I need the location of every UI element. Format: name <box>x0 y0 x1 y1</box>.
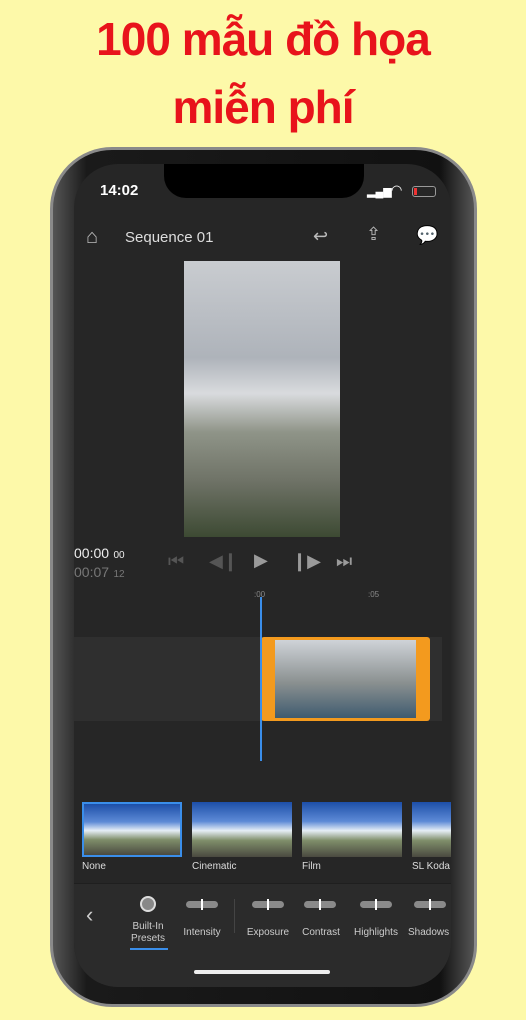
preset-label: Film <box>302 861 321 872</box>
step-back-icon[interactable]: ◀❙ <box>209 551 238 572</box>
preset-sl-kodak[interactable] <box>412 802 451 857</box>
intensity-slider-icon <box>186 899 218 910</box>
preset-cinematic[interactable] <box>192 802 292 857</box>
home-indicator[interactable] <box>194 970 330 974</box>
step-forward-icon[interactable]: ❙▶ <box>292 551 321 572</box>
skip-start-icon[interactable]: ⏮ <box>168 551 184 572</box>
divider <box>234 899 235 933</box>
presets-icon <box>140 896 156 912</box>
home-icon[interactable]: ⌂ <box>86 226 98 249</box>
video-preview[interactable] <box>184 261 340 537</box>
app-screen: 14:02 ▂▄▆ ◠ ⌂ Sequence 01 ↩ ⇪ 💬 00:00 00… <box>74 164 451 987</box>
adjust-toolbar: ‹ Built-In Presets Intensity Exposure Co… <box>74 883 451 987</box>
undo-icon[interactable]: ↩ <box>313 226 328 247</box>
preset-label: None <box>82 861 106 872</box>
preset-film[interactable] <box>302 802 402 857</box>
sequence-title: Sequence 01 <box>125 229 214 246</box>
contrast-slider-icon <box>304 899 336 910</box>
playhead[interactable] <box>260 597 262 761</box>
banner-line-2: miễn phí <box>172 81 354 133</box>
duration-timecode: 00:07 <box>74 564 110 580</box>
tool-shadows[interactable]: Shadows <box>408 927 451 938</box>
banner-line-1: 100 mẫu đồ họa <box>96 13 431 65</box>
active-underline <box>130 948 168 950</box>
exposure-slider-icon <box>252 899 284 910</box>
tool-highlights[interactable]: Highlights <box>350 927 402 938</box>
preset-none[interactable] <box>82 802 182 857</box>
notch <box>164 164 364 198</box>
skip-end-icon[interactable]: ⏭ <box>336 551 352 572</box>
tool-built-in-presets[interactable]: Built-In Presets <box>126 921 170 945</box>
back-chevron-icon[interactable]: ‹ <box>86 902 93 928</box>
tool-contrast[interactable]: Contrast <box>296 927 346 938</box>
play-icon[interactable]: ▶ <box>254 550 268 571</box>
share-icon[interactable]: ⇪ <box>366 224 381 245</box>
preset-label: Cinematic <box>192 861 237 872</box>
current-timecode: 00:00 <box>74 545 110 561</box>
tool-exposure[interactable]: Exposure <box>242 927 294 938</box>
comment-icon[interactable]: 💬 <box>416 225 438 246</box>
duration-frames: 12 <box>113 569 125 580</box>
highlights-slider-icon <box>360 899 392 910</box>
current-frames: 00 <box>113 550 125 561</box>
signal-icon: ▂▄▆ <box>367 186 392 198</box>
battery-icon <box>412 186 436 197</box>
tool-intensity[interactable]: Intensity <box>178 927 226 938</box>
wifi-icon: ◠ <box>391 182 403 197</box>
ruler-mark-5: :05 <box>368 590 380 599</box>
preset-label: SL Koda <box>412 861 450 872</box>
shadows-slider-icon <box>414 899 446 910</box>
status-time: 14:02 <box>100 182 139 199</box>
video-clip[interactable] <box>261 637 430 721</box>
